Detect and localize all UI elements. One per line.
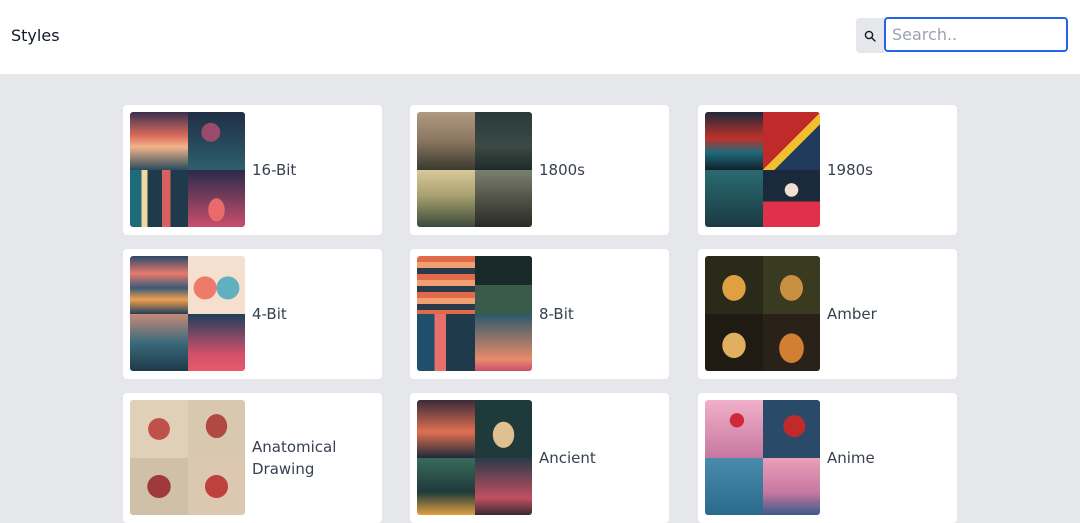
style-thumbnail bbox=[417, 112, 532, 227]
style-card[interactable]: Ancient bbox=[410, 393, 669, 523]
style-card[interactable]: Amber bbox=[698, 249, 957, 379]
style-card[interactable]: Anime bbox=[698, 393, 957, 523]
style-label: Ancient bbox=[539, 449, 596, 467]
style-card[interactable]: 1980s bbox=[698, 105, 957, 235]
style-label: Anatomical Drawing bbox=[252, 438, 337, 478]
style-thumbnail bbox=[130, 400, 245, 515]
style-thumbnail bbox=[705, 256, 820, 371]
page-title: Styles bbox=[11, 26, 60, 45]
search-button[interactable] bbox=[856, 18, 884, 53]
style-label: 1800s bbox=[539, 161, 585, 179]
style-card[interactable]: 16-Bit bbox=[123, 105, 382, 235]
style-thumbnail bbox=[705, 400, 820, 515]
style-card[interactable]: 1800s bbox=[410, 105, 669, 235]
style-card[interactable]: 4-Bit bbox=[123, 249, 382, 379]
style-thumbnail bbox=[130, 112, 245, 227]
search-input[interactable] bbox=[884, 17, 1068, 52]
style-label: 8-Bit bbox=[539, 305, 574, 323]
style-thumbnail bbox=[417, 400, 532, 515]
style-card[interactable]: 8-Bit bbox=[410, 249, 669, 379]
style-thumbnail bbox=[705, 112, 820, 227]
search-icon bbox=[864, 30, 876, 42]
style-thumbnail bbox=[417, 256, 532, 371]
style-thumbnail bbox=[130, 256, 245, 371]
style-card[interactable]: Anatomical Drawing bbox=[123, 393, 382, 523]
style-label: Amber bbox=[827, 305, 877, 323]
style-label: 4-Bit bbox=[252, 305, 287, 323]
style-label: Anime bbox=[827, 449, 875, 467]
style-label: 1980s bbox=[827, 161, 873, 179]
top-bar: Styles bbox=[0, 0, 1080, 75]
style-label: 16-Bit bbox=[252, 161, 297, 179]
